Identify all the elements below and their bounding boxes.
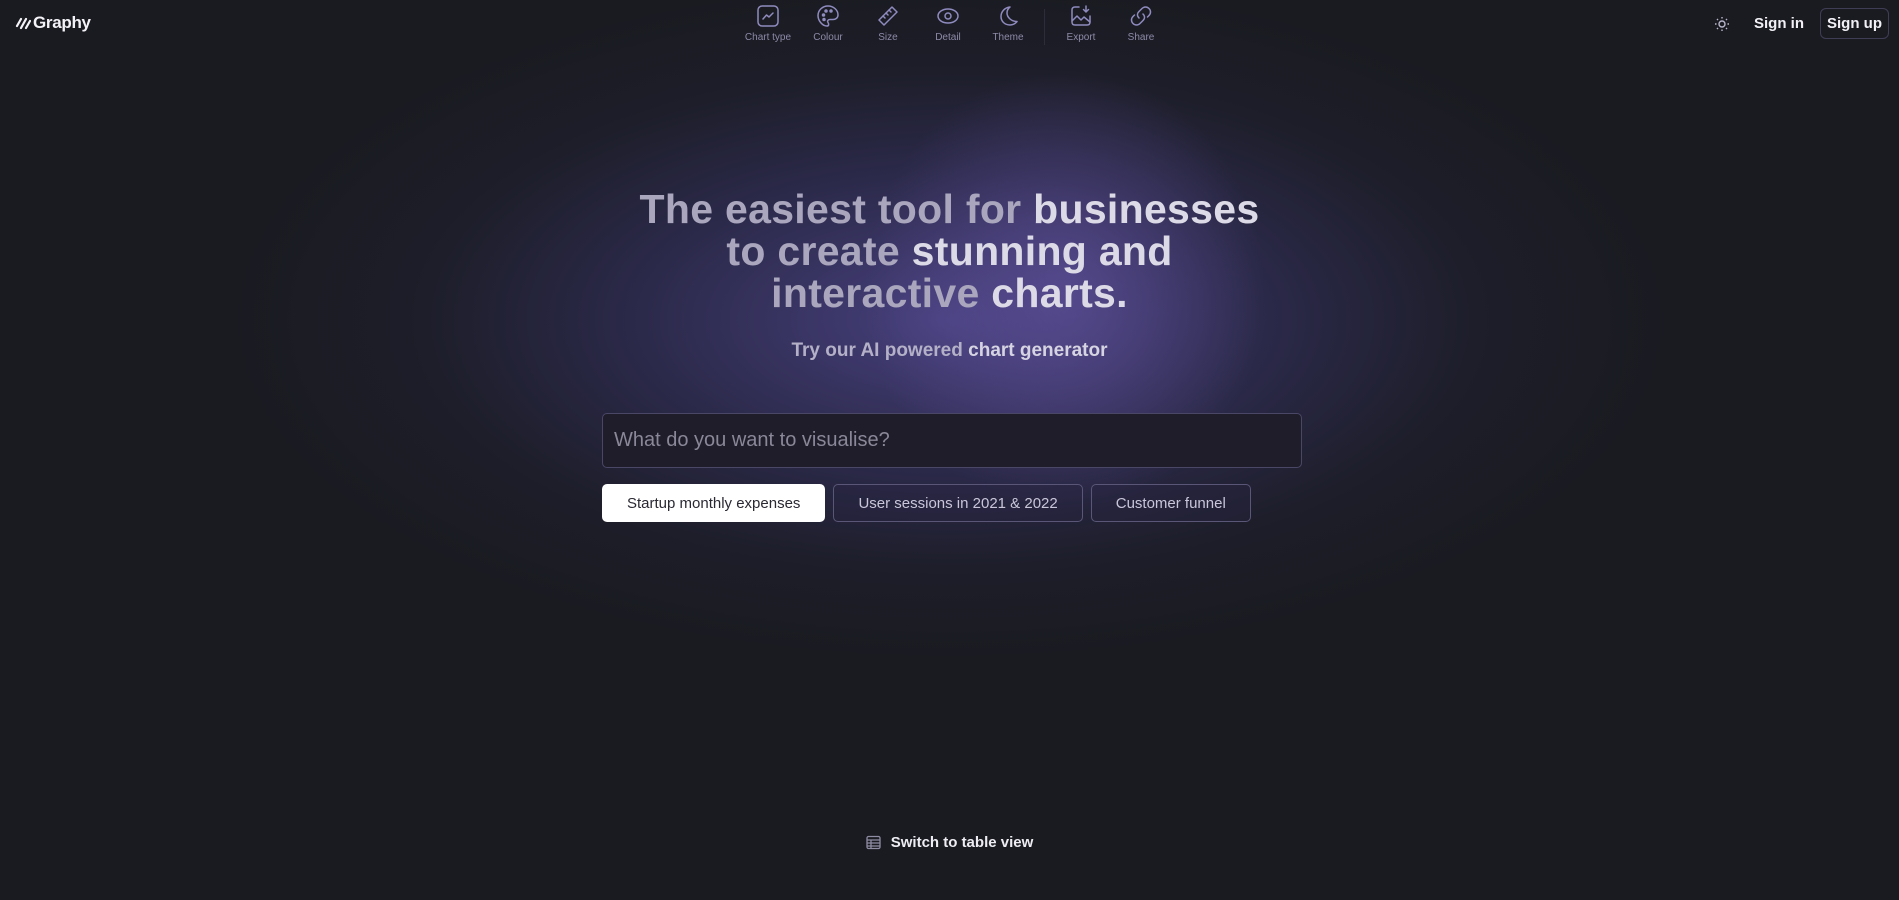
table-icon bbox=[866, 835, 881, 850]
ruler-icon bbox=[878, 6, 898, 26]
suggestion-user-sessions[interactable]: User sessions in 2021 & 2022 bbox=[833, 484, 1083, 522]
suggestion-startup-monthly-expenses[interactable]: Startup monthly expenses bbox=[602, 484, 826, 522]
headline-text: to create bbox=[726, 228, 912, 274]
toolbar-label: Detail bbox=[935, 32, 961, 43]
switch-to-table-view-button[interactable]: Switch to table view bbox=[0, 834, 1899, 851]
toolbar-label: Size bbox=[878, 32, 898, 43]
toolbar-label: Colour bbox=[813, 32, 843, 43]
toolbar-label: Theme bbox=[992, 32, 1024, 43]
prompt-box bbox=[602, 413, 1302, 468]
toolbar-size[interactable]: Size bbox=[858, 4, 918, 43]
suggestion-chips: Startup monthly expenses User sessions i… bbox=[602, 484, 1251, 522]
toolbar-theme[interactable]: Theme bbox=[978, 4, 1038, 43]
sign-in-link[interactable]: Sign in bbox=[1754, 15, 1804, 32]
toolbar-detail[interactable]: Detail bbox=[918, 4, 978, 43]
theme-toggle-button[interactable] bbox=[1712, 14, 1732, 34]
graphy-logo[interactable]: Graphy bbox=[15, 13, 91, 33]
headline-text: businesses bbox=[1033, 186, 1260, 232]
toolbar-label: Chart type bbox=[744, 32, 792, 43]
toolbar-label: Share bbox=[1127, 32, 1155, 43]
app-name: Graphy bbox=[33, 13, 91, 32]
toolbar-colour[interactable]: Colour bbox=[798, 4, 858, 43]
chart-toolbar: Chart type Colour Size Detail Theme Expo… bbox=[738, 4, 1171, 45]
table-view-label: Switch to table view bbox=[890, 834, 1034, 851]
toolbar-export[interactable]: Export bbox=[1051, 4, 1111, 43]
account-nav: Sign in Sign up bbox=[1712, 8, 1889, 39]
toolbar-share[interactable]: Share bbox=[1111, 4, 1171, 43]
palette-icon bbox=[817, 5, 839, 27]
toolbar-divider bbox=[1044, 9, 1045, 45]
subhead-text: Try our AI powered bbox=[791, 340, 969, 361]
sun-icon bbox=[1715, 16, 1729, 31]
hero-headline: The easiest tool for businesses to creat… bbox=[0, 188, 1899, 314]
headline-text: stunning and bbox=[911, 228, 1173, 274]
visualise-prompt-input[interactable] bbox=[614, 429, 1301, 452]
toolbar-label: Export bbox=[1066, 32, 1096, 43]
sign-up-button[interactable]: Sign up bbox=[1820, 8, 1889, 39]
headline-text: interactive bbox=[771, 270, 992, 316]
toolbar-chart-type[interactable]: Chart type bbox=[738, 4, 798, 43]
moon-icon bbox=[1000, 6, 1018, 26]
hero-subheadline: Try our AI powered chart generator bbox=[0, 340, 1899, 362]
page: Graphy Chart type Colour Size Detail The… bbox=[0, 0, 1899, 900]
image-download-icon bbox=[1071, 5, 1091, 26]
graphy-slashes-logo-icon bbox=[15, 17, 31, 30]
headline-text: charts. bbox=[991, 270, 1128, 316]
subhead-text: chart generator bbox=[968, 340, 1108, 361]
headline-text: The easiest tool for bbox=[639, 186, 1034, 232]
eye-icon bbox=[937, 8, 959, 24]
suggestion-customer-funnel[interactable]: Customer funnel bbox=[1090, 484, 1251, 522]
link-icon bbox=[1130, 6, 1152, 26]
line-chart-icon bbox=[757, 5, 779, 27]
